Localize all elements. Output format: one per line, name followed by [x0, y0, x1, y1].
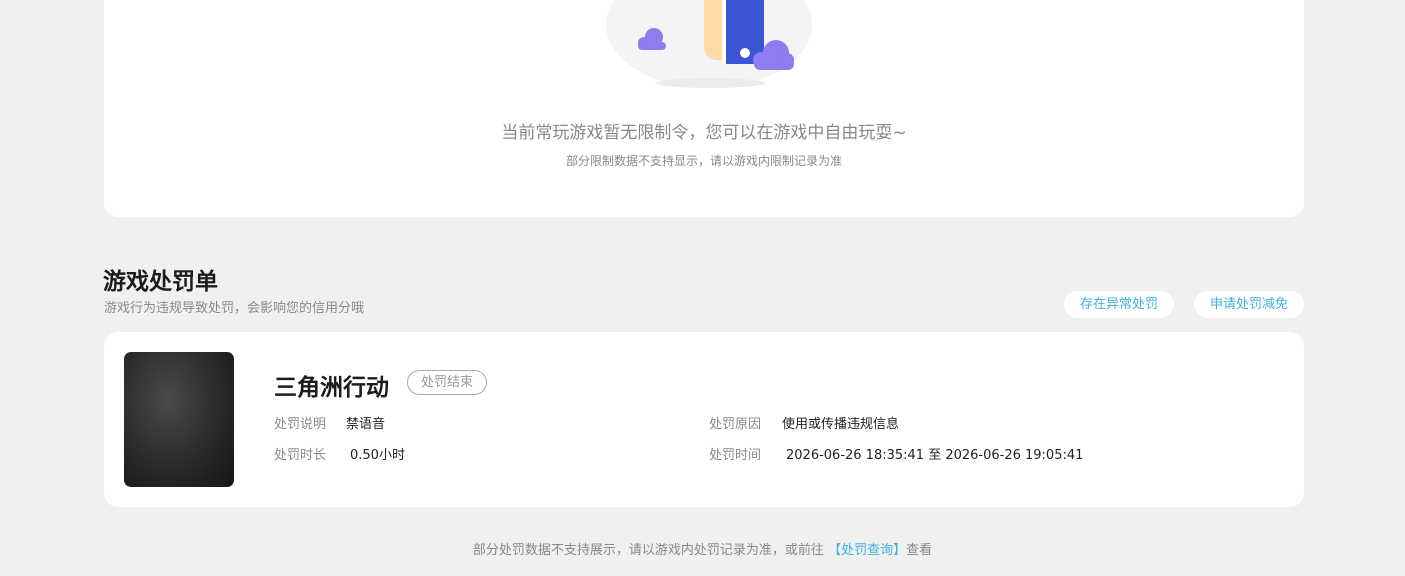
footer-note: 部分处罚数据不支持展示，请以游戏内处罚记录为准，或前往 【处罚查询】查看: [0, 539, 1405, 558]
penalty-record-card: 三角洲行动 处罚结束 处罚说明 禁语音 处罚时长 0.50小时 处罚原因 使用或…: [104, 332, 1304, 507]
penalty-time-label: 处罚时间: [709, 448, 762, 463]
penalty-reason-value: 使用或传播违规信息: [782, 417, 900, 432]
footer-note-text: 部分处罚数据不支持展示，请以游戏内处罚记录为准，或前往: [472, 543, 824, 558]
penalty-duration-value: 0.50小时: [350, 448, 405, 463]
apply-reduction-button[interactable]: 申请处罚减免: [1194, 291, 1304, 318]
empty-state-title: 当前常玩游戏暂无限制令，您可以在游戏中自由玩耍~: [501, 123, 907, 143]
penalty-desc-label: 处罚说明: [274, 417, 327, 432]
penalty-time-value: 2026-06-26 18:35:41 至 2026-06-26 19:05:4…: [786, 448, 1084, 463]
game-cover-image: [124, 352, 234, 487]
footer-note-suffix: 查看: [906, 543, 933, 558]
section-title: 游戏处罚单: [103, 269, 218, 295]
empty-state-note: 部分限制数据不支持显示，请以游戏内限制记录为准: [565, 154, 842, 168]
penalty-query-link[interactable]: 【处罚查询】: [828, 543, 906, 558]
penalty-desc-value: 禁语音: [346, 417, 386, 432]
abnormal-penalty-button[interactable]: 存在异常处罚: [1064, 291, 1174, 318]
hand-phone-illustration: [606, 0, 812, 88]
game-name: 三角洲行动: [274, 375, 389, 401]
penalty-reason-label: 处罚原因: [709, 417, 762, 432]
restriction-card: 当前常玩游戏暂无限制令，您可以在游戏中自由玩耍~ 部分限制数据不支持显示，请以游…: [104, 0, 1304, 217]
penalty-duration-label: 处罚时长: [274, 448, 327, 463]
status-badge: 处罚结束: [407, 370, 488, 395]
section-subtitle: 游戏行为违规导致处罚，会影响您的信用分哦: [104, 301, 365, 316]
